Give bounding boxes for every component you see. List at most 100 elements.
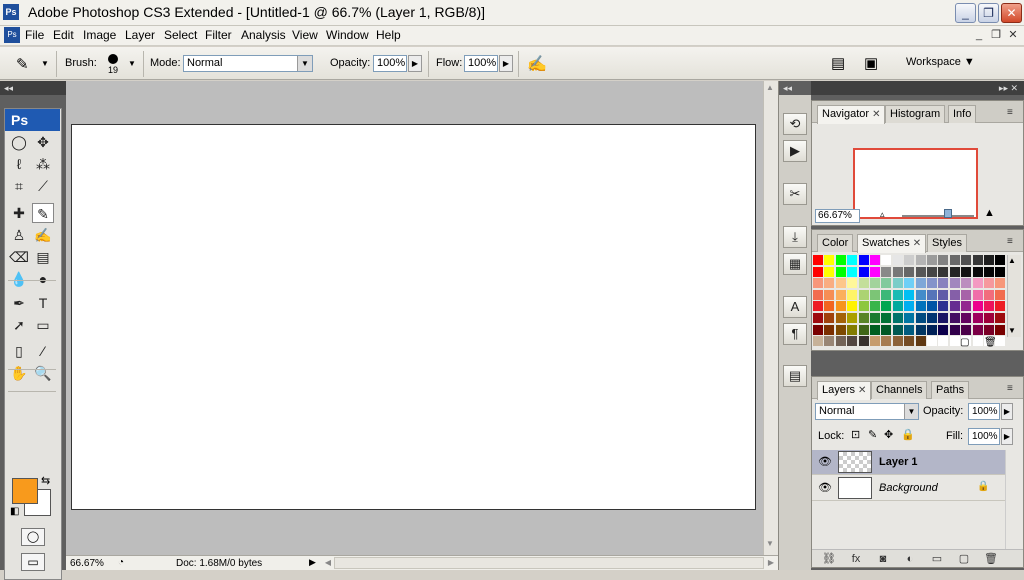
color-swatch[interactable] <box>813 301 824 313</box>
color-swatch[interactable] <box>824 266 836 278</box>
doc-close-button[interactable]: ✕ <box>1006 28 1020 42</box>
color-swatch[interactable] <box>835 301 847 313</box>
color-swatch[interactable] <box>870 278 881 290</box>
color-swatch[interactable] <box>972 289 984 301</box>
workspace-menu[interactable]: Workspace ▼ <box>906 56 975 68</box>
color-swatch[interactable] <box>858 255 870 266</box>
color-swatch[interactable] <box>892 301 904 313</box>
color-swatch[interactable] <box>824 289 836 301</box>
zoom-out-icon[interactable]: ▵ <box>880 209 885 220</box>
scroll-right-icon[interactable]: ▶ <box>764 556 778 570</box>
color-swatch[interactable] <box>949 255 961 266</box>
scroll-left-icon[interactable]: ◀ <box>321 556 335 570</box>
color-swatch[interactable] <box>870 266 881 278</box>
color-swatch[interactable] <box>824 324 836 336</box>
color-swatch[interactable] <box>984 301 995 313</box>
color-swatch[interactable] <box>824 255 836 266</box>
close-tab-icon[interactable]: ✕ <box>872 109 880 120</box>
color-swatch[interactable] <box>927 336 938 348</box>
color-swatch[interactable] <box>972 324 984 336</box>
color-swatch[interactable] <box>870 301 881 313</box>
color-swatch[interactable] <box>835 313 847 324</box>
color-swatch[interactable] <box>824 278 836 290</box>
fill-slider-button[interactable]: ▶ <box>1001 428 1013 445</box>
color-swatch[interactable] <box>949 324 961 336</box>
clone-source-panel-icon[interactable]: ⤓ <box>783 226 807 248</box>
color-swatch[interactable] <box>858 278 870 290</box>
color-swatch[interactable] <box>961 255 973 266</box>
color-swatch[interactable] <box>984 324 995 336</box>
status-menu-arrow-icon[interactable]: ▶ <box>309 557 316 568</box>
color-swatch[interactable] <box>915 255 927 266</box>
new-layer-icon[interactable]: ▢ <box>955 552 973 566</box>
lock-all-icon[interactable]: 🔒 <box>901 428 915 441</box>
zoom-in-icon[interactable]: ▲ <box>984 207 995 219</box>
minimize-button[interactable]: _ <box>955 3 976 23</box>
color-swatch[interactable] <box>892 324 904 336</box>
color-swatch[interactable] <box>858 336 870 348</box>
color-swatch[interactable] <box>995 313 1007 324</box>
color-swatch[interactable] <box>904 266 916 278</box>
menu-layer[interactable]: Layer <box>125 28 155 42</box>
brush-picker-dropdown-icon[interactable]: ▼ <box>128 59 136 68</box>
navigator-thumbnail[interactable] <box>853 148 978 219</box>
color-swatch[interactable] <box>870 336 881 348</box>
color-swatch[interactable] <box>995 255 1007 266</box>
menu-window[interactable]: Window <box>326 28 369 42</box>
color-swatch[interactable] <box>847 266 859 278</box>
color-swatch[interactable] <box>835 255 847 266</box>
character-panel-icon[interactable]: A <box>783 296 807 318</box>
color-swatch[interactable] <box>927 255 938 266</box>
color-swatch[interactable] <box>870 289 881 301</box>
color-swatch[interactable] <box>892 255 904 266</box>
layer-opacity-slider-button[interactable]: ▶ <box>1001 403 1013 420</box>
color-swatch[interactable] <box>915 289 927 301</box>
color-swatch[interactable] <box>892 278 904 290</box>
color-swatch[interactable] <box>984 278 995 290</box>
color-swatch[interactable] <box>858 324 870 336</box>
tab-channels[interactable]: Channels <box>871 381 928 399</box>
color-swatch[interactable] <box>904 289 916 301</box>
tool-button[interactable]: ✍ <box>32 225 54 245</box>
color-swatch[interactable] <box>984 289 995 301</box>
layer-style-icon[interactable]: fx <box>847 552 865 566</box>
color-swatch[interactable] <box>881 301 893 313</box>
color-swatch[interactable] <box>835 278 847 290</box>
color-swatch[interactable] <box>813 313 824 324</box>
tab-navigator[interactable]: Navigator ✕ <box>817 105 886 124</box>
color-swatch[interactable] <box>938 324 950 336</box>
delete-layer-icon[interactable]: 🗑 <box>982 552 1000 566</box>
menu-file[interactable]: File <box>25 28 44 42</box>
menu-view[interactable]: View <box>292 28 318 42</box>
fill-input[interactable]: 100% <box>968 428 1000 445</box>
brushes-panel-icon[interactable]: ▦ <box>783 253 807 275</box>
color-swatch[interactable] <box>995 266 1007 278</box>
quick-mask-icon[interactable]: ◯ <box>21 528 45 546</box>
menu-image[interactable]: Image <box>83 28 116 42</box>
lock-transparency-icon[interactable]: ⊡ <box>851 428 860 441</box>
color-swatch[interactable] <box>904 336 916 348</box>
color-swatch[interactable] <box>881 278 893 290</box>
color-swatch[interactable] <box>870 255 881 266</box>
restore-button[interactable]: ❐ <box>978 3 999 23</box>
opacity-input[interactable]: 100% <box>373 55 407 72</box>
tool-button[interactable]: ✎ <box>32 203 54 223</box>
color-swatch[interactable] <box>972 313 984 324</box>
color-swatch[interactable] <box>949 289 961 301</box>
tool-button[interactable]: 🔍 <box>32 363 54 383</box>
tool-button[interactable]: ✒ <box>8 293 30 313</box>
panel-menu-icon[interactable]: ≡ <box>1007 383 1013 394</box>
tab-histogram[interactable]: Histogram <box>885 105 946 123</box>
color-swatch[interactable] <box>813 289 824 301</box>
color-swatch[interactable] <box>847 301 859 313</box>
color-swatch[interactable] <box>870 324 881 336</box>
airbrush-icon[interactable]: ✍ <box>527 54 547 74</box>
color-swatch[interactable] <box>904 313 916 324</box>
layer-opacity-input[interactable]: 100% <box>968 403 1000 420</box>
zoom-slider-thumb[interactable] <box>944 209 953 218</box>
screen-mode-icon[interactable]: ▭ <box>21 553 45 571</box>
color-swatch[interactable] <box>847 336 859 348</box>
color-swatch[interactable] <box>938 289 950 301</box>
tool-button[interactable]: ✥ <box>32 132 54 152</box>
document-icon[interactable]: Ps <box>4 27 20 43</box>
